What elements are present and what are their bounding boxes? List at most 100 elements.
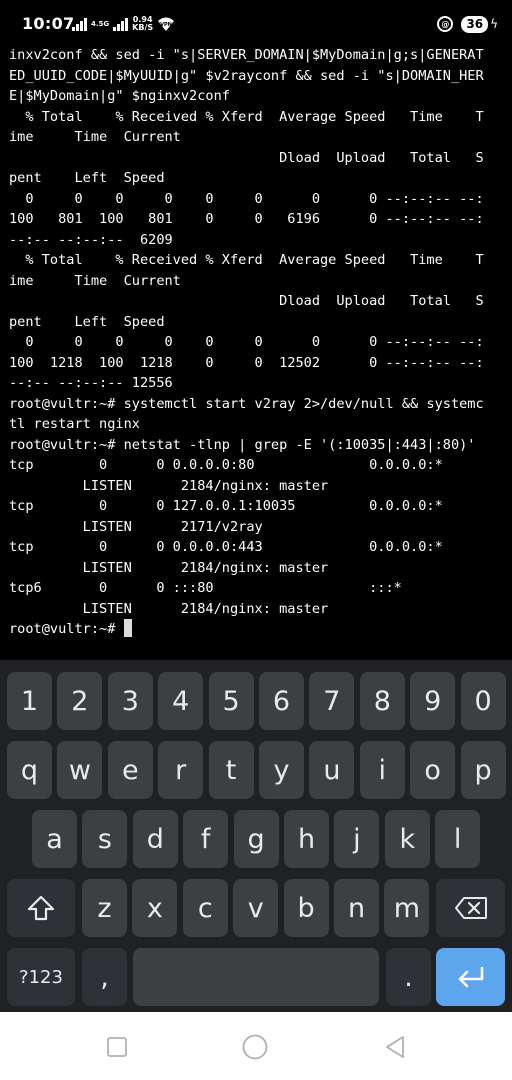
key-k[interactable]: k <box>384 810 430 868</box>
key-t[interactable]: t <box>208 741 254 799</box>
space-key[interactable] <box>133 948 379 1006</box>
key-b[interactable]: b <box>283 879 329 937</box>
key-3[interactable]: 3 <box>107 672 153 730</box>
key-2[interactable]: 2 <box>57 672 103 730</box>
signal-icon <box>72 17 87 31</box>
terminal-line: pent Left Speed <box>9 170 165 186</box>
key-v[interactable]: v <box>233 879 279 937</box>
terminal-line: Dload Upload Total S <box>9 293 484 309</box>
terminal-line: tcp 0 0 127.0.0.1:10035 0.0.0.0:* <box>9 498 443 514</box>
key-m[interactable]: m <box>384 879 430 937</box>
terminal-line: 100 801 100 801 0 0 6196 0 --:--:-- --: <box>9 211 484 227</box>
terminal-line: % Total % Received % Xferd Average Speed… <box>9 252 484 268</box>
recents-button[interactable] <box>104 1034 130 1060</box>
terminal-line: pent Left Speed <box>9 313 165 330</box>
key-x[interactable]: x <box>132 879 178 937</box>
vpn-label: VPN <box>160 22 172 28</box>
shift-key[interactable] <box>7 879 75 937</box>
terminal-line: tcp 0 0 0.0.0.0:80 0.0.0.0:* <box>9 457 443 473</box>
battery-icon: 36 ϟ <box>461 15 498 33</box>
terminal-line: ime Time Current <box>9 129 181 145</box>
key-s[interactable]: s <box>82 810 128 868</box>
terminal-line: LISTEN 2184/nginx: master <box>9 600 329 617</box>
alarm-icon: @ <box>437 16 454 32</box>
circle-icon <box>242 1034 268 1060</box>
square-icon <box>107 1037 127 1057</box>
key-l[interactable]: l <box>435 810 481 868</box>
key-9[interactable]: 9 <box>410 672 456 730</box>
key-5[interactable]: 5 <box>208 672 254 730</box>
vpn-icon: VPN <box>157 16 175 32</box>
status-left-icons: 4.5G 0.94 KB/S VPN <box>72 14 175 34</box>
key-h[interactable]: h <box>284 810 329 868</box>
triangle-back-icon <box>386 1036 404 1058</box>
key-z[interactable]: z <box>82 879 127 937</box>
terminal-line: LISTEN 2171/v2ray <box>9 518 263 535</box>
symbols-key[interactable]: ?123 <box>7 948 75 1006</box>
status-right-icons: @ 36 ϟ <box>437 14 498 34</box>
key-g[interactable]: g <box>233 810 279 868</box>
terminal-line: Dload Upload Total S <box>9 149 484 166</box>
terminal-line: tl restart nginx <box>9 416 140 432</box>
key-a[interactable]: a <box>32 810 77 868</box>
terminal-line: --:-- --:--:-- 6209 <box>9 231 173 248</box>
terminal-line: 100 1218 100 1218 0 0 12502 0 --:--:-- -… <box>9 354 484 371</box>
terminal-line: LISTEN 2184/nginx: master <box>9 559 329 576</box>
terminal-line: tcp 0 0 0.0.0.0:443 0.0.0.0:* <box>9 539 443 555</box>
key-w[interactable]: w <box>57 741 103 799</box>
key-f[interactable]: f <box>183 810 229 868</box>
navigation-bar <box>0 1012 512 1080</box>
home-button[interactable] <box>242 1034 268 1060</box>
key-i[interactable]: i <box>359 741 405 799</box>
key-0[interactable]: 0 <box>460 672 506 730</box>
terminal-line: 0 0 0 0 0 0 0 0 --:--:-- --: <box>9 334 484 350</box>
soft-keyboard: 1 2 3 4 5 6 7 8 9 0 q w e r t y u i o p a s d f g h j k l z x c v b n m ?123… <box>0 660 512 1012</box>
key-n[interactable]: n <box>334 879 379 937</box>
key-q[interactable]: q <box>7 741 52 799</box>
key-6[interactable]: 6 <box>259 672 304 730</box>
network-speed: 0.94 KB/S <box>132 16 153 32</box>
status-time: 10:07 <box>22 14 75 33</box>
key-o[interactable]: o <box>410 741 456 799</box>
charging-bolt-icon: ϟ <box>490 17 498 31</box>
terminal-line: inxv2conf && sed -i "s|SERVER_DOMAIN|$My… <box>9 47 484 63</box>
status-bar: 10:07 4.5G 0.94 KB/S VPN @ 36 ϟ <box>0 0 512 42</box>
key-7[interactable]: 7 <box>309 672 355 730</box>
terminal-line: LISTEN 2184/nginx: master <box>9 477 329 494</box>
key-8[interactable]: 8 <box>359 672 405 730</box>
terminal-line: ED_UUID_CODE|$MyUUID|g" $v2rayconf && se… <box>9 67 484 84</box>
comma-key[interactable]: , <box>82 948 127 1006</box>
network-speed-unit: KB/S <box>132 23 154 32</box>
terminal-line: --:-- --:--:-- 12556 <box>9 375 173 391</box>
terminal-line: E|$MyDomain|g" $nginxv2conf <box>9 88 230 104</box>
backspace-key[interactable] <box>436 879 505 937</box>
enter-key[interactable] <box>436 948 505 1006</box>
key-p[interactable]: p <box>460 741 506 799</box>
terminal-prompt: root@vultr:~# <box>9 621 124 637</box>
key-d[interactable]: d <box>132 810 178 868</box>
terminal-prompt-line[interactable]: root@vultr:~# <box>9 619 512 640</box>
enter-arrow-icon <box>458 966 483 988</box>
key-r[interactable]: r <box>158 741 204 799</box>
terminal-output[interactable]: inxv2conf && sed -i "s|SERVER_DOMAIN|$My… <box>0 42 512 660</box>
battery-level: 36 <box>461 15 489 33</box>
key-e[interactable]: e <box>107 741 153 799</box>
key-u[interactable]: u <box>309 741 355 799</box>
period-key[interactable]: . <box>386 948 431 1006</box>
terminal-line: root@vultr:~# netstat -tlnp | grep -E '(… <box>9 436 476 453</box>
terminal-line: 0 0 0 0 0 0 0 0 --:--:-- --: <box>9 190 484 207</box>
network-type: 4.5G <box>91 19 110 28</box>
key-j[interactable]: j <box>334 810 380 868</box>
terminal-line: ime Time Current <box>9 272 181 289</box>
key-4[interactable]: 4 <box>158 672 204 730</box>
signal-icon-2 <box>113 17 129 31</box>
terminal-line: root@vultr:~# systemctl start v2ray 2>/d… <box>9 395 484 412</box>
terminal-line: tcp6 0 0 :::80 :::* <box>9 580 402 596</box>
shift-arrow-icon <box>27 895 55 921</box>
key-y[interactable]: y <box>259 741 304 799</box>
back-button[interactable] <box>382 1034 408 1060</box>
terminal-cursor <box>123 619 132 637</box>
key-1[interactable]: 1 <box>7 672 52 730</box>
backspace-icon <box>454 897 487 919</box>
key-c[interactable]: c <box>182 879 228 937</box>
